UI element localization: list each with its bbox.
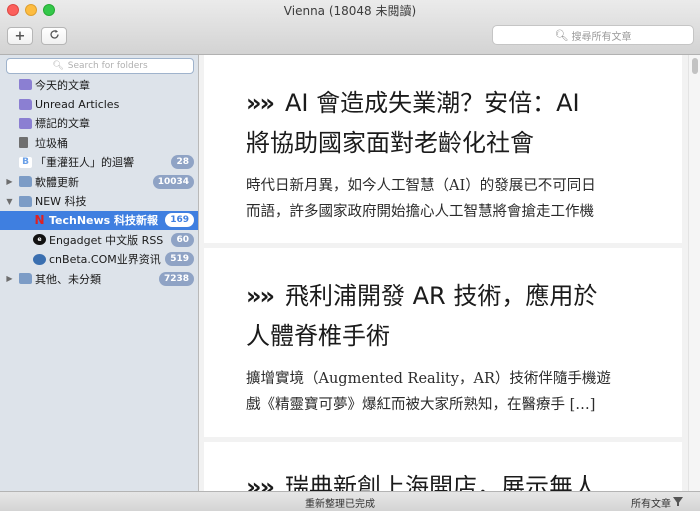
- article-title-line: 飛利浦開發 AR 技術，應用於: [285, 282, 598, 310]
- unread-count-badge: 519: [165, 252, 194, 267]
- sidebar-item[interactable]: Unread Articles: [0, 94, 198, 113]
- folder-search-input[interactable]: 🔍︎ Search for folders: [6, 58, 194, 74]
- refresh-button[interactable]: [41, 27, 67, 45]
- sidebar-item[interactable]: B 「重灌狂人」的迴響 28: [0, 153, 198, 172]
- smart-folder-icon: [19, 117, 32, 129]
- toolbar: Vienna (18048 未閱讀) + 🔍︎ 搜尋所有文章: [0, 0, 700, 55]
- folder-icon: [19, 176, 32, 188]
- smart-folder-icon: [19, 79, 32, 91]
- article-marker: »»: [246, 473, 275, 491]
- article-card[interactable]: »» AI 會造成失業潮？安倍：AI 將協助國家面對老齡化社會時代日新月異，如今人工…: [204, 55, 682, 243]
- engadget-icon: e: [33, 234, 46, 246]
- sidebar-item-label: 今天的文章: [35, 78, 90, 92]
- article-search-input[interactable]: 🔍︎ 搜尋所有文章: [492, 25, 694, 45]
- sidebar-item[interactable]: 垃圾桶: [0, 133, 198, 152]
- sidebar-item-label: NEW 科技: [35, 195, 87, 209]
- article-marker: »»: [246, 282, 275, 310]
- scrollbar-thumb[interactable]: [692, 58, 698, 74]
- unread-count-badge: 10034: [152, 174, 194, 189]
- article-title[interactable]: »» 飛利浦開發 AR 技術，應用於人體脊椎手術: [246, 276, 670, 356]
- article-search-placeholder: 搜尋所有文章: [571, 31, 632, 43]
- article-scrollbar[interactable]: [688, 55, 700, 491]
- article-list[interactable]: »» AI 會造成失業潮？安倍：AI 將協助國家面對老齡化社會時代日新月異，如今人工…: [199, 55, 688, 491]
- plus-icon: +: [14, 28, 26, 44]
- sidebar-item[interactable]: cnBeta.COM业界资讯 519: [0, 250, 198, 269]
- article-title-line: 瑞典新創上海開店，展示無人: [285, 473, 598, 491]
- unread-count-badge: 60: [171, 232, 194, 247]
- sidebar-item[interactable]: N TechNews 科技新報 169: [0, 210, 198, 231]
- sidebar-item-label: 標記的文章: [35, 117, 90, 131]
- sidebar-item-label: Engadget 中文版 RSS Fe: [49, 233, 164, 247]
- sidebar-item-label: TechNews 科技新報: [49, 214, 159, 228]
- disclosure-closed-icon[interactable]: ▶: [5, 274, 14, 283]
- article-title-line: 人體脊椎手術: [246, 322, 390, 350]
- disclosure-open-icon[interactable]: ▼: [5, 197, 14, 206]
- unread-count-badge: 7238: [158, 271, 194, 286]
- sidebar-item[interactable]: ▶ 軟體更新 10034: [0, 172, 198, 191]
- window-title: Vienna (18048 未閱讀): [283, 4, 417, 18]
- article-title-line: AI 會造成失業潮？安倍：AI: [285, 89, 580, 117]
- sidebar-item-label: Unread Articles: [35, 97, 120, 111]
- sidebar-item[interactable]: eEngadget 中文版 RSS Fe 60: [0, 230, 198, 249]
- folder-icon: [19, 195, 32, 207]
- filter-label[interactable]: 所有文章: [631, 495, 671, 510]
- folder-icon: [19, 273, 32, 285]
- search-icon: 🔍︎: [52, 61, 64, 71]
- article-marker: »»: [246, 89, 275, 117]
- article-title-line: 將協助國家面對老齡化社會: [246, 129, 534, 157]
- article-card[interactable]: »» 飛利浦開發 AR 技術，應用於人體脊椎手術擴增實境（Augmented Re…: [204, 248, 682, 437]
- article-title[interactable]: »» 瑞典新創上海開店，展示無人: [246, 467, 670, 491]
- cnbeta-icon: [33, 253, 46, 265]
- folder-search-placeholder: Search for folders: [67, 61, 148, 71]
- article-title[interactable]: »» AI 會造成失業潮？安倍：AI 將協助國家面對老齡化社會: [246, 83, 670, 163]
- unread-count-badge: 169: [165, 213, 194, 228]
- article-summary-line: 擴增實境（Augmented Reality，AR）技術伴隨手機遊: [246, 371, 611, 387]
- sidebar-item-label: cnBeta.COM业界资讯: [49, 253, 161, 267]
- app-window: Vienna (18048 未閱讀) + 🔍︎ 搜尋所有文章 🔍︎ Search…: [0, 0, 700, 511]
- sidebar-item-label: 其他、未分類: [35, 272, 101, 286]
- article-card[interactable]: »» 瑞典新創上海開店，展示無人: [204, 442, 682, 491]
- disclosure-closed-icon[interactable]: ▶: [5, 177, 14, 186]
- sidebar-item[interactable]: ▼ NEW 科技: [0, 191, 198, 210]
- technews-icon: N: [34, 213, 45, 228]
- sidebar-item-label: 「重灌狂人」的迴響: [35, 156, 134, 170]
- search-icon: 🔍︎: [554, 28, 569, 42]
- sidebar-item[interactable]: ▶ 其他、未分類 7238: [0, 269, 198, 288]
- status-message: 重新整理已完成: [305, 499, 375, 510]
- sidebar-item[interactable]: 標記的文章: [0, 114, 198, 133]
- trash-icon: [19, 137, 28, 149]
- status-bar: 重新整理已完成 所有文章: [0, 491, 700, 511]
- sidebar-item[interactable]: 今天的文章: [0, 75, 198, 94]
- unread-count-badge: 28: [171, 155, 194, 170]
- article-summary-line: 時代日新月異，如今人工智慧（AI）的發展已不可同日: [246, 178, 596, 194]
- funnel-icon-stem: [677, 502, 679, 506]
- folder-sidebar: 🔍︎ Search for folders 今天的文章 Unread Articl…: [0, 55, 199, 491]
- article-summary-line: 戲《精靈寶可夢》爆紅而被大家所熟知，在醫療手 […]: [246, 397, 596, 413]
- folder-tree: 今天的文章 Unread Articles 標記的文章 垃圾桶 B 「重灌狂人」的迴響 28…: [0, 75, 198, 288]
- smart-folder-icon: [19, 98, 32, 110]
- refresh-icon: [49, 29, 60, 43]
- sidebar-item-label: 垃圾桶: [35, 136, 68, 150]
- article-summary: 擴增實境（Augmented Reality，AR）技術伴隨手機遊 戲《精靈寶可夢…: [246, 366, 664, 418]
- add-subscription-button[interactable]: +: [7, 27, 33, 45]
- blogger-icon: B: [19, 156, 32, 168]
- article-summary: 時代日新月異，如今人工智慧（AI）的發展已不可同日 而語，許多國家政府開始擔心人工…: [246, 173, 664, 225]
- article-summary-line: 而語，許多國家政府開始擔心人工智慧將會搶走工作機: [246, 204, 594, 220]
- sidebar-item-label: 軟體更新: [35, 175, 79, 189]
